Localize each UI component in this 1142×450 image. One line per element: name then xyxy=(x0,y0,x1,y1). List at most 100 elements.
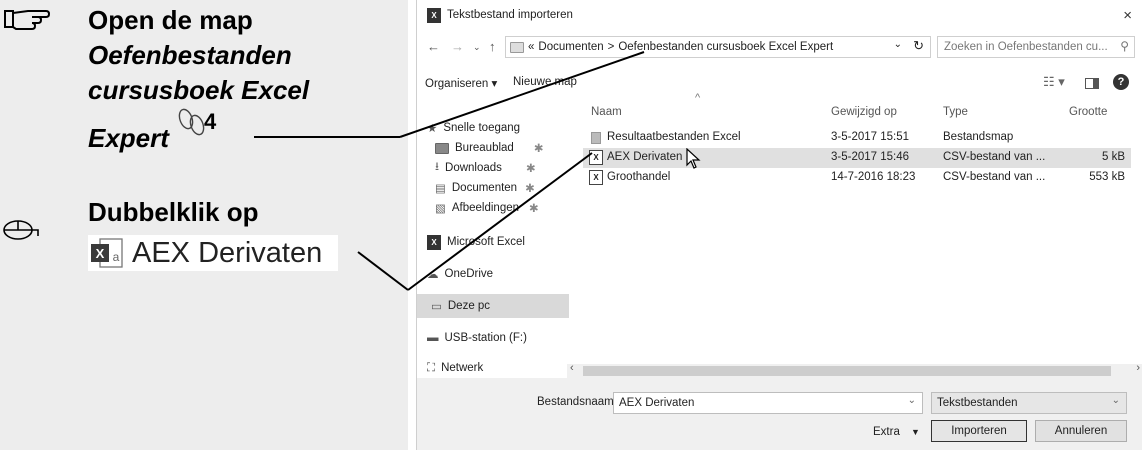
file-size: 553 kB xyxy=(1089,171,1125,183)
pin-icon: ✱ xyxy=(525,183,535,195)
nav-microsoft-excel[interactable]: X Microsoft Excel xyxy=(427,232,525,252)
step2-line1: Dubbelklik op xyxy=(88,197,259,227)
svg-text:a: a xyxy=(113,250,120,264)
close-button[interactable]: × xyxy=(1123,7,1132,24)
nav-quick-access[interactable]: ★ Snelle toegang xyxy=(427,118,520,138)
file-row[interactable]: X Groothandel 14-7-2016 18:23 CSV-bestan… xyxy=(583,168,1131,188)
scroll-left-icon[interactable]: ‹ xyxy=(570,362,574,374)
nav-downloads[interactable]: ⭳ Downloads ✱ xyxy=(435,158,536,178)
title-bar: X Tekstbestand importeren × xyxy=(417,0,1142,30)
address-dropdown-icon[interactable]: ⌄ xyxy=(894,39,902,50)
nav-usb-drive[interactable]: ▬ USB-station (F:) xyxy=(427,328,527,348)
extra-button[interactable]: Extra ▼ xyxy=(873,426,920,438)
nav-label: Microsoft Excel xyxy=(447,236,525,248)
nav-this-pc[interactable]: ▭ Deze pc xyxy=(417,294,569,318)
nav-label: Deze pc xyxy=(447,300,491,312)
csv-file-icon: X xyxy=(589,170,603,185)
address-bar[interactable]: « Documenten > Oefenbestanden cursusboek… xyxy=(505,36,931,58)
breadcrumb-documenten[interactable]: Documenten xyxy=(538,41,603,53)
address-row: ← → ⌄ ↑ « Documenten > Oefenbestanden cu… xyxy=(417,34,1142,60)
nav-onedrive[interactable]: ☁ OneDrive xyxy=(427,264,493,284)
bottom-panel: Bestandsnaam: AEX Derivaten ⌄ Tekstbesta… xyxy=(417,378,1142,450)
file-modified: 3-5-2017 15:51 xyxy=(831,131,910,143)
recent-dropdown-icon[interactable]: ⌄ xyxy=(473,42,481,53)
file-type-filter[interactable]: Tekstbestanden ⌄ xyxy=(931,392,1127,414)
filename-dropdown-icon[interactable]: ⌄ xyxy=(908,395,916,406)
nav-label: Bureaublad xyxy=(455,142,514,154)
organize-button[interactable]: Organiseren ▾ xyxy=(425,76,497,90)
new-folder-button[interactable]: Nieuwe map xyxy=(513,76,577,88)
download-icon: ⭳ xyxy=(435,160,440,173)
dialog-title: Tekstbestand importeren xyxy=(447,9,573,21)
computer-icon: ▭ xyxy=(431,301,442,313)
filter-value: Tekstbestanden xyxy=(937,397,1018,409)
tile-label: AEX Derivaten xyxy=(132,236,323,269)
file-row[interactable]: Resultaatbestanden Excel 3-5-2017 15:51 … xyxy=(583,128,1131,148)
column-header-type[interactable]: Type xyxy=(943,106,968,118)
nav-label: USB-station (F:) xyxy=(444,332,527,344)
breadcrumb-prefix[interactable]: « xyxy=(528,41,534,53)
column-header-name[interactable]: Naam xyxy=(591,106,622,118)
back-arrow-icon[interactable]: ← xyxy=(427,39,440,54)
column-header-size[interactable]: Grootte xyxy=(1069,106,1107,118)
scroll-right-icon[interactable]: › xyxy=(1136,362,1140,374)
usb-drive-icon: ▬ xyxy=(427,332,439,344)
up-arrow-icon[interactable]: ↑ xyxy=(489,39,496,54)
scrollbar-thumb[interactable] xyxy=(583,366,1111,376)
nav-desktop[interactable]: Bureaublad ✱ xyxy=(435,138,543,158)
view-options-icon[interactable]: ☷ ▾ xyxy=(1043,74,1065,90)
step1-line1: Open de map xyxy=(88,5,253,35)
file-tile-aex-derivaten: X a AEX Derivaten xyxy=(88,235,338,271)
column-header-modified[interactable]: Gewijzigd op xyxy=(831,106,897,118)
extra-label: Extra xyxy=(873,426,900,438)
forward-arrow-icon[interactable]: → xyxy=(451,39,464,54)
pin-icon: ✱ xyxy=(529,203,539,215)
cancel-button[interactable]: Annuleren xyxy=(1035,420,1127,442)
nav-network[interactable]: ⛶ Netwerk xyxy=(427,358,483,378)
filename-label: Bestandsnaam: xyxy=(537,396,617,408)
pictures-icon: ▧ xyxy=(435,203,446,215)
step1-line3: cursusboek Excel xyxy=(88,75,310,105)
toolbar: Organiseren ▾ Nieuwe map ☷ ▾ ? xyxy=(417,70,1142,96)
navigation-pane: ★ Snelle toegang Bureaublad ✱ ⭳ Download… xyxy=(417,104,577,380)
extra-dropdown-icon: ▼ xyxy=(911,427,920,437)
filename-input[interactable]: AEX Derivaten ⌄ xyxy=(613,392,923,414)
csv-file-icon: X xyxy=(589,150,603,165)
file-type: Bestandsmap xyxy=(943,131,1014,143)
excel-app-icon: X xyxy=(427,7,441,23)
step1-line2: Oefenbestanden xyxy=(88,40,292,70)
nav-label: Afbeeldingen xyxy=(451,202,520,214)
nav-pictures[interactable]: ▧ Afbeeldingen ✱ xyxy=(435,198,539,218)
cloud-icon: ☁ xyxy=(427,269,439,281)
nav-label: Downloads xyxy=(445,162,502,174)
pin-icon: ✱ xyxy=(525,163,536,175)
svg-text:X: X xyxy=(96,246,105,261)
search-input[interactable]: Zoeken in Oefenbestanden cu... ⚲ xyxy=(937,36,1135,58)
search-placeholder: Zoeken in Oefenbestanden cu... xyxy=(944,41,1108,53)
sort-indicator-icon: ^ xyxy=(695,92,701,104)
breadcrumb-current-folder[interactable]: Oefenbestanden cursusboek Excel Expert xyxy=(618,41,833,53)
horizontal-scrollbar[interactable]: ‹ › xyxy=(567,362,1142,378)
desktop-icon xyxy=(435,142,449,154)
import-button[interactable]: Importeren xyxy=(931,420,1027,442)
nav-label: Documenten xyxy=(451,182,518,194)
nav-documents[interactable]: ▤ Documenten ✱ xyxy=(435,178,535,198)
filter-dropdown-icon[interactable]: ⌄ xyxy=(1112,395,1120,406)
refresh-icon[interactable]: ↻ xyxy=(913,38,924,54)
mouse-icon xyxy=(3,220,39,240)
import-dialog: X Tekstbestand importeren × ← → ⌄ ↑ « Do… xyxy=(416,0,1142,450)
separator xyxy=(408,0,416,450)
search-icon: ⚲ xyxy=(1120,39,1129,53)
breadcrumb-separator: > xyxy=(607,41,615,53)
file-modified: 14-7-2016 18:23 xyxy=(831,171,916,183)
preview-pane-icon[interactable] xyxy=(1085,78,1099,89)
instruction-panel: Open de map Oefenbestanden cursusboek Ex… xyxy=(0,0,408,450)
mouse-cursor-icon xyxy=(686,148,701,169)
file-row-selected[interactable]: X AEX Derivaten 3-5-2017 15:46 CSV-besta… xyxy=(583,148,1131,168)
help-icon[interactable]: ? xyxy=(1113,74,1129,90)
network-icon: ⛶ xyxy=(427,361,436,374)
file-name: AEX Derivaten xyxy=(607,151,683,163)
file-type: CSV-bestand van ... xyxy=(943,151,1046,163)
file-name: Groothandel xyxy=(607,171,671,183)
pointing-hand-icon xyxy=(4,10,50,30)
